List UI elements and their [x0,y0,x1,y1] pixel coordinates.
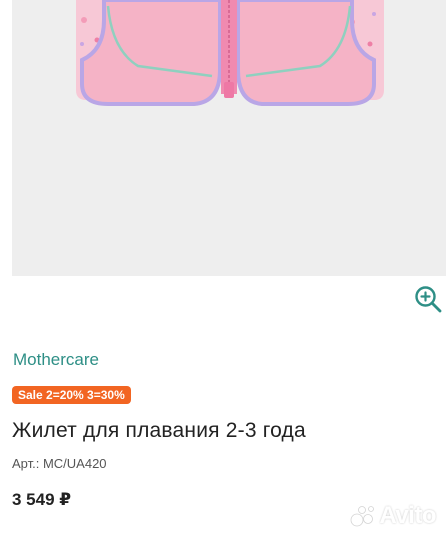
zoom-in-icon[interactable] [413,284,443,314]
product-article: Арт.: MC/UA420 [12,456,107,471]
brand-link[interactable]: Mothercare [13,350,99,370]
avito-watermark: Avito [350,502,436,530]
product-image-gallery[interactable] [12,0,446,276]
product-title: Жилет для плавания 2-3 года [12,419,306,442]
sale-badge: Sale 2=20% 3=30% [12,386,131,404]
avito-watermark-text: Avito [379,502,436,529]
swim-vest-image [76,0,384,106]
product-price: 3 549 ₽ [12,490,72,509]
avito-logo-icon [350,506,375,527]
